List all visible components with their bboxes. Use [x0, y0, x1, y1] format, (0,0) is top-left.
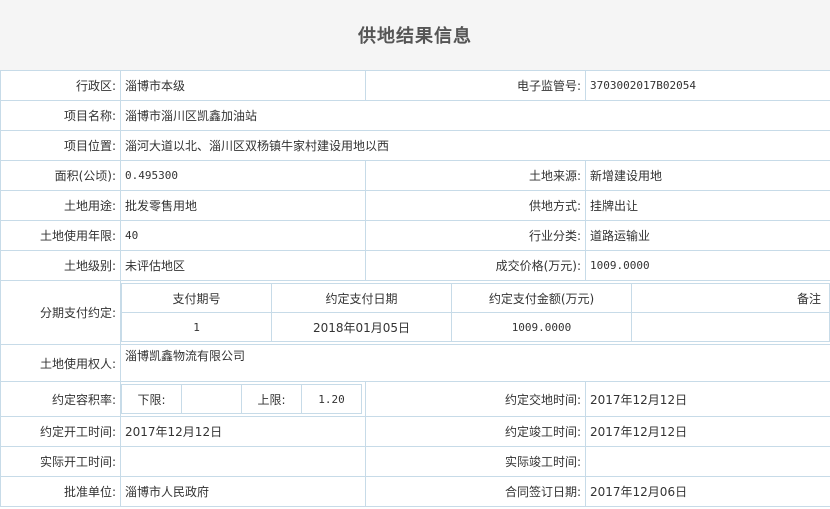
- area-label: 面积(公顷):: [0, 160, 121, 191]
- contract-date-value: 2017年12月06日: [585, 476, 830, 507]
- row-far: 约定容积率: 下限: 上限: 1.20 约定交地时间: 2017年12月12日: [0, 381, 830, 417]
- use-years-value: 40: [120, 220, 366, 251]
- installment-header-row: 支付期号 约定支付日期 约定支付金额(万元) 备注: [121, 283, 830, 313]
- installment-header-remark: 备注: [631, 283, 830, 313]
- deal-price-label: 成交价格(万元):: [365, 250, 586, 281]
- installment-table: 支付期号 约定支付日期 约定支付金额(万元) 备注 1 2018年01月05日 …: [121, 283, 830, 342]
- far-label: 约定容积率:: [0, 381, 121, 417]
- land-source-value: 新增建设用地: [585, 160, 830, 191]
- actual-start-value: [120, 446, 366, 477]
- row-installment: 分期支付约定: 支付期号 约定支付日期 约定支付金额(万元) 备注 1 2018…: [0, 280, 830, 345]
- far-lower-value: [181, 384, 242, 414]
- installment-date: 2018年01月05日: [271, 312, 452, 342]
- land-supply-table: 行政区: 淄博市本级 电子监管号: 3703002017B02054 项目名称:…: [0, 70, 830, 507]
- row-land-user: 土地使用权人: 淄博凯鑫物流有限公司: [0, 344, 830, 382]
- installment-period: 1: [121, 312, 272, 342]
- row-project-location: 项目位置: 淄河大道以北、淄川区双杨镇牛家村建设用地以西: [0, 130, 830, 161]
- land-use-value: 批发零售用地: [120, 190, 366, 221]
- supervision-label: 电子监管号:: [365, 70, 586, 101]
- page-title: 供地结果信息: [358, 26, 472, 47]
- installment-header-date: 约定支付日期: [271, 283, 452, 313]
- row-start: 约定开工时间: 2017年12月12日 约定竣工时间: 2017年12月12日: [0, 416, 830, 447]
- installment-amount: 1009.0000: [451, 312, 632, 342]
- supply-method-label: 供地方式:: [365, 190, 586, 221]
- actual-complete-label: 实际竣工时间:: [365, 446, 586, 477]
- use-years-label: 土地使用年限:: [0, 220, 121, 251]
- installment-header-period: 支付期号: [121, 283, 272, 313]
- row-area: 面积(公顷): 0.495300 土地来源: 新增建设用地: [0, 160, 830, 191]
- far-upper-label: 上限:: [241, 384, 302, 414]
- region-label: 行政区:: [0, 70, 121, 101]
- project-location-value: 淄河大道以北、淄川区双杨镇牛家村建设用地以西: [120, 130, 830, 161]
- complete-value: 2017年12月12日: [585, 416, 830, 447]
- installment-label: 分期支付约定:: [0, 280, 121, 345]
- handover-value: 2017年12月12日: [585, 381, 830, 417]
- row-land-level: 土地级别: 未评估地区 成交价格(万元): 1009.0000: [0, 250, 830, 281]
- project-name-value: 淄博市淄川区凯鑫加油站: [120, 100, 830, 131]
- far-table: 下限: 上限: 1.20: [121, 384, 362, 414]
- row-land-use: 土地用途: 批发零售用地 供地方式: 挂牌出让: [0, 190, 830, 221]
- installment-header-amount: 约定支付金额(万元): [451, 283, 632, 313]
- complete-label: 约定竣工时间:: [365, 416, 586, 447]
- far-cell: 下限: 上限: 1.20: [120, 381, 366, 417]
- supply-method-value: 挂牌出让: [585, 190, 830, 221]
- project-name-label: 项目名称:: [0, 100, 121, 131]
- industry-value: 道路运输业: [585, 220, 830, 251]
- land-level-value: 未评估地区: [120, 250, 366, 281]
- row-approver: 批准单位: 淄博市人民政府 合同签订日期: 2017年12月06日: [0, 476, 830, 507]
- region-value: 淄博市本级: [120, 70, 366, 101]
- land-level-label: 土地级别:: [0, 250, 121, 281]
- start-value: 2017年12月12日: [120, 416, 366, 447]
- far-upper-value: 1.20: [301, 384, 362, 414]
- start-label: 约定开工时间:: [0, 416, 121, 447]
- project-location-label: 项目位置:: [0, 130, 121, 161]
- contract-date-label: 合同签订日期:: [365, 476, 586, 507]
- page-header: 供地结果信息: [0, 0, 830, 70]
- actual-start-label: 实际开工时间:: [0, 446, 121, 477]
- handover-label: 约定交地时间:: [365, 381, 586, 417]
- row-region: 行政区: 淄博市本级 电子监管号: 3703002017B02054: [0, 70, 830, 101]
- table-row: 1 2018年01月05日 1009.0000: [121, 312, 830, 342]
- row-use-years: 土地使用年限: 40 行业分类: 道路运输业: [0, 220, 830, 251]
- actual-complete-value: [585, 446, 830, 477]
- far-lower-label: 下限:: [121, 384, 182, 414]
- land-source-label: 土地来源:: [365, 160, 586, 191]
- supervision-value: 3703002017B02054: [585, 70, 830, 101]
- land-user-label: 土地使用权人:: [0, 344, 121, 382]
- approver-label: 批准单位:: [0, 476, 121, 507]
- installment-cell: 支付期号 约定支付日期 约定支付金额(万元) 备注 1 2018年01月05日 …: [120, 280, 830, 345]
- land-user-value: 淄博凯鑫物流有限公司: [120, 344, 830, 382]
- installment-remark: [631, 312, 830, 342]
- area-value: 0.495300: [120, 160, 366, 191]
- approver-value: 淄博市人民政府: [120, 476, 366, 507]
- deal-price-value: 1009.0000: [585, 250, 830, 281]
- row-actual: 实际开工时间: 实际竣工时间:: [0, 446, 830, 477]
- land-use-label: 土地用途:: [0, 190, 121, 221]
- industry-label: 行业分类:: [365, 220, 586, 251]
- row-project-name: 项目名称: 淄博市淄川区凯鑫加油站: [0, 100, 830, 131]
